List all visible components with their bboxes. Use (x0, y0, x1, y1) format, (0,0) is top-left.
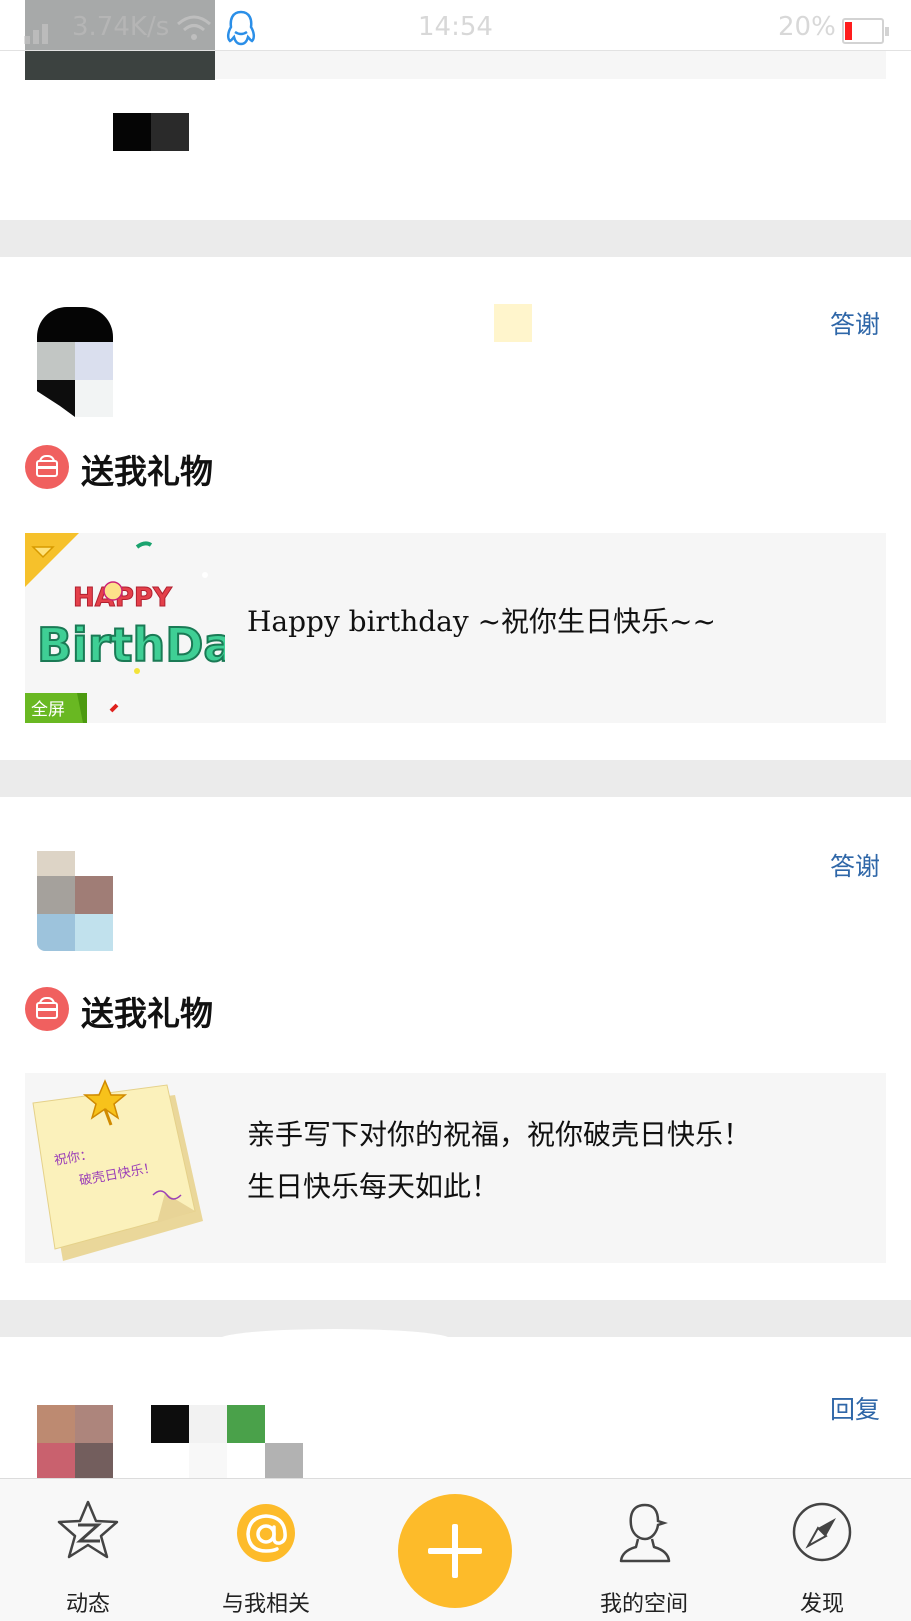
sticky-note-image[interactable]: 祝你： 破壳日快乐！ (25, 1073, 225, 1263)
action-label: 送我礼物 (81, 994, 213, 1033)
thank-button[interactable]: 答谢 (830, 847, 880, 883)
gift-card[interactable]: HAPPY BirthDay 全屏 Happy birthday ~祝你生日快乐… (25, 533, 886, 723)
post-content-strip (215, 50, 886, 79)
svg-text:HAPPY: HAPPY (73, 583, 173, 613)
compass-icon (792, 1502, 852, 1562)
svg-text:BirthDay: BirthDay (37, 618, 225, 672)
action-label: 送我礼物 (81, 452, 213, 491)
birthday-gift-image[interactable]: HAPPY BirthDay 全屏 (25, 533, 225, 723)
reply-button[interactable]: 回复 (830, 1390, 880, 1426)
status-bar: 3.74K/s 14:54 20% (0, 0, 911, 51)
gift-icon (25, 445, 69, 489)
net-speed: 3.74K/s (72, 12, 170, 42)
feed-item: 答谢 送我礼物 HAPPY BirthDay 全屏 Happy birthday… (0, 257, 911, 760)
tab-feed[interactable]: 动态 (18, 1479, 158, 1621)
qzone-star-icon (57, 1500, 119, 1559)
wifi-icon (177, 15, 211, 40)
name-fragment (151, 1405, 303, 1481)
feed-separator (0, 760, 911, 797)
avatar[interactable] (37, 1405, 113, 1481)
clock: 14:54 (418, 12, 493, 42)
feed-item: 答谢 送我礼物 祝你： 破壳日快乐！ 亲手写下对你的祝福，祝你破壳日快乐！ 生日… (0, 797, 911, 1300)
tab-label: 发现 (799, 1592, 844, 1617)
gift-message-line2: 生日快乐每天如此！ (247, 1170, 500, 1203)
avatar-fragment (151, 113, 189, 151)
tab-related-to-me[interactable]: 与我相关 (196, 1479, 336, 1621)
compose-plus-button[interactable] (398, 1494, 512, 1608)
feed-separator (0, 1300, 911, 1337)
bottom-navigation: 动态 与我相关 我的空间 发现 (0, 1478, 911, 1621)
tab-label: 与我相关 (221, 1592, 310, 1617)
gift-icon (25, 987, 69, 1031)
tab-discover[interactable]: 发现 (752, 1479, 892, 1621)
tab-label: 我的空间 (599, 1592, 688, 1617)
feed-separator (0, 220, 911, 257)
avatar[interactable] (37, 851, 113, 951)
thank-button[interactable]: 答谢 (830, 305, 880, 341)
at-icon (237, 1504, 295, 1562)
battery-percent: 20% (778, 12, 836, 42)
tab-my-space[interactable]: 我的空间 (574, 1479, 714, 1621)
qq-penguin-icon (226, 10, 256, 46)
avatar[interactable] (37, 307, 113, 417)
signal-icon (24, 24, 48, 44)
battery-icon (842, 18, 889, 44)
avatar-fragment (113, 113, 151, 151)
fullscreen-badge: 全屏 (31, 700, 65, 720)
profile-bust-icon (619, 1503, 671, 1563)
name-fragment (494, 304, 532, 342)
gift-message: Happy birthday ~祝你生日快乐~~ (247, 605, 716, 638)
gift-message-line1: 亲手写下对你的祝福，祝你破壳日快乐！ (247, 1118, 752, 1151)
gift-card[interactable]: 祝你： 破壳日快乐！ 亲手写下对你的祝福，祝你破壳日快乐！ 生日快乐每天如此！ (25, 1073, 886, 1263)
feed-item: 回复 (0, 1329, 911, 1481)
tab-label: 动态 (65, 1592, 110, 1617)
